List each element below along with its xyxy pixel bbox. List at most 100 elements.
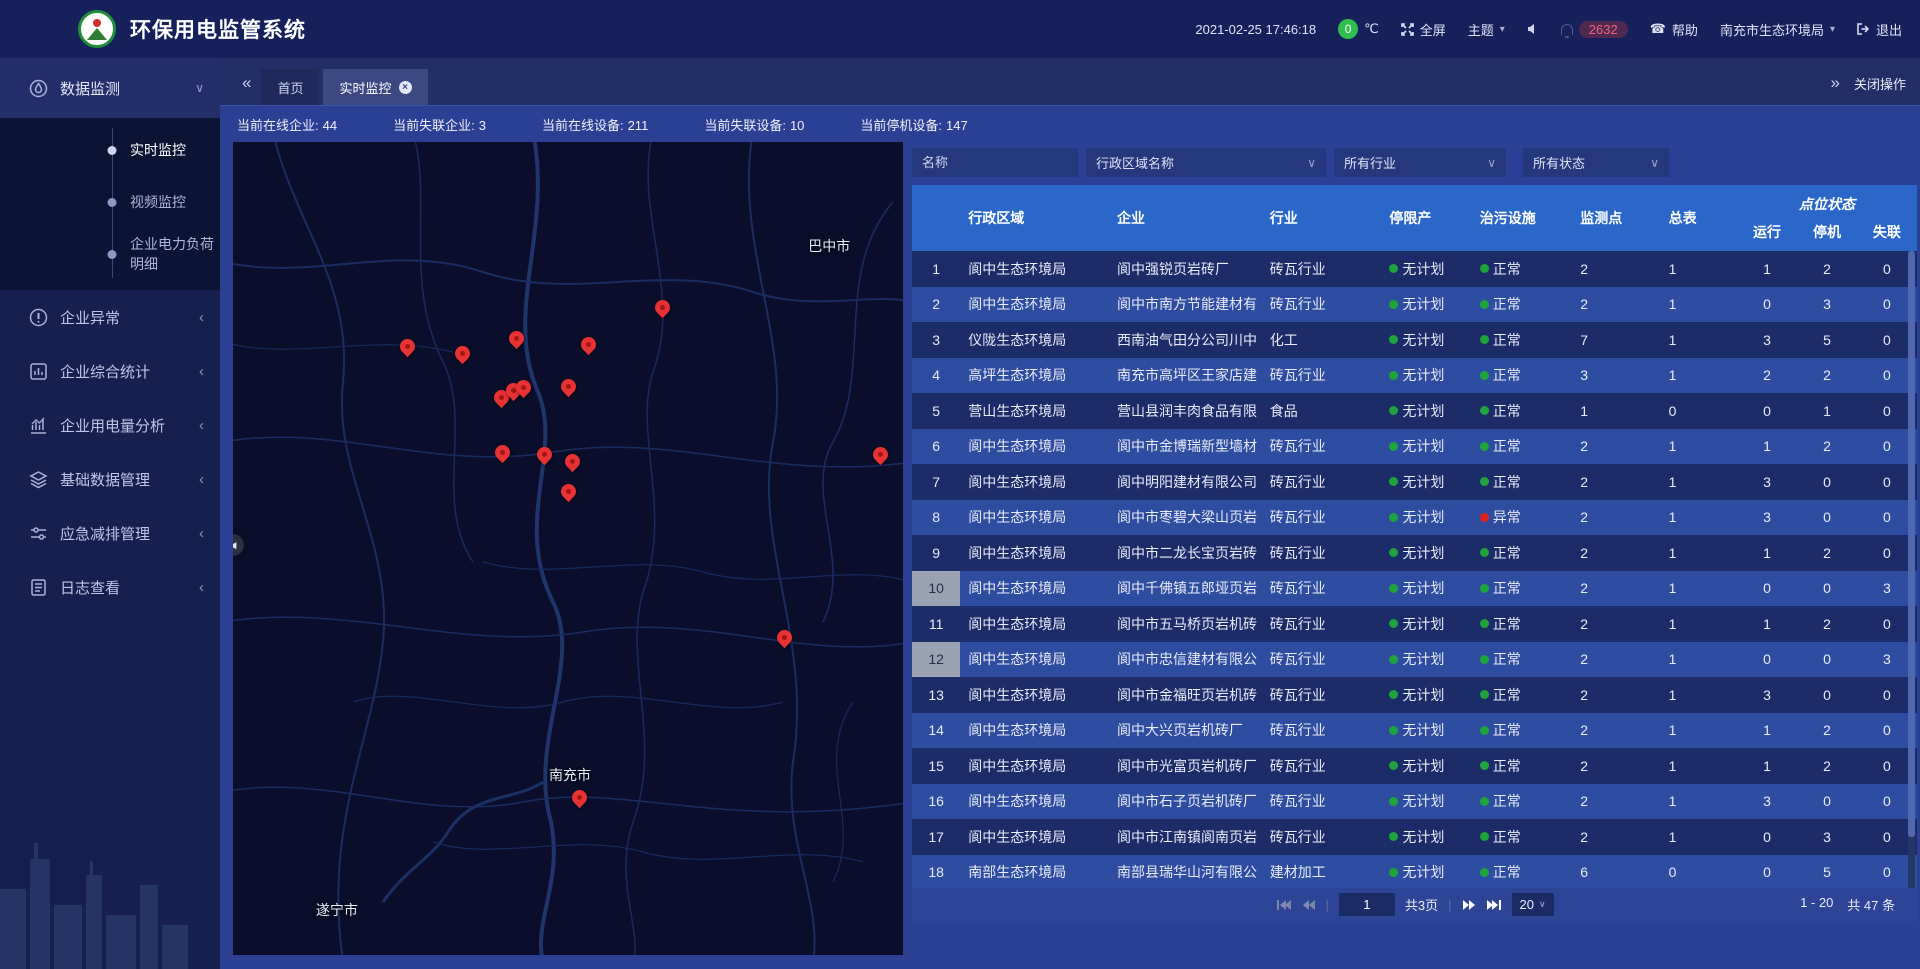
temperature-badge: 0 <box>1338 19 1358 39</box>
stat-item: 当前失联企业:3 <box>393 115 486 134</box>
cell-industry: 砖瓦行业 <box>1264 713 1386 749</box>
row-index: 8 <box>912 500 960 536</box>
chevron-down-icon: ∨ <box>1289 156 1316 170</box>
status-dot-green-icon <box>1389 371 1398 380</box>
filter-name-input[interactable] <box>912 148 1078 177</box>
tab-首页[interactable]: 首页 <box>261 69 319 105</box>
page-next-button[interactable] <box>1461 899 1475 911</box>
cell-stopped: 2 <box>1797 748 1857 784</box>
cell-running: 0 <box>1737 855 1797 889</box>
table-row[interactable]: 15阆中生态环境局阆中市光富页岩机砖厂砖瓦行业无计划正常21120 <box>912 748 1917 784</box>
tab-label: 首页 <box>277 78 303 97</box>
cell-company: 阆中市江南镇阆南页岩 <box>1105 819 1264 855</box>
table-row[interactable]: 7阆中生态环境局阆中明阳建材有限公司砖瓦行业无计划正常21300 <box>912 464 1917 500</box>
map[interactable]: 巴中市南充市遂宁市 ◀ <box>233 142 903 955</box>
cell-facility-status: 正常 <box>1476 287 1566 323</box>
filter-status-select[interactable]: 所有状态 ∨ <box>1523 148 1669 177</box>
sidebar-item-企业用电量分析[interactable]: 企业用电量分析‹ <box>0 398 220 452</box>
table-row[interactable]: 16阆中生态环境局阆中市石子页岩机砖厂砖瓦行业无计划正常21300 <box>912 784 1917 820</box>
page-first-button[interactable] <box>1275 899 1291 911</box>
row-index: 3 <box>912 322 960 358</box>
page-last-button[interactable] <box>1485 899 1501 911</box>
table-row[interactable]: 13阆中生态环境局阆中市金福旺页岩机砖砖瓦行业无计划正常21300 <box>912 677 1917 713</box>
sidebar-item-企业电力负荷明细[interactable]: 企业电力负荷明细 <box>0 228 220 280</box>
table-row[interactable]: 18南部生态环境局南部县瑞华山河有限公建材加工无计划正常60050 <box>912 855 1917 889</box>
scrollbar-thumb[interactable] <box>1908 251 1915 837</box>
table-row[interactable]: 2阆中生态环境局阆中市南方节能建材有砖瓦行业无计划正常21030 <box>912 287 1917 323</box>
map-city-label: 南充市 <box>549 765 591 785</box>
page-input[interactable] <box>1339 893 1395 916</box>
table-row[interactable]: 11阆中生态环境局阆中市五马桥页岩机砖砖瓦行业无计划正常21120 <box>912 606 1917 642</box>
cell-company: 阆中市金博瑞新型墙材 <box>1105 429 1264 465</box>
cell-running: 2 <box>1737 358 1797 394</box>
tab-scroll-right-icon[interactable]: » <box>1831 73 1840 93</box>
close-operations-button[interactable]: 关闭操作 <box>1854 74 1906 93</box>
sidebar-item-视频监控[interactable]: 视频监控 <box>0 176 220 228</box>
cell-running: 3 <box>1737 677 1797 713</box>
log-icon <box>28 577 48 597</box>
tab-scroll-left-icon[interactable]: « <box>242 73 251 93</box>
notification-area[interactable]: 2632 <box>1561 21 1628 38</box>
table-row[interactable]: 5营山生态环境局营山县润丰肉食品有限食品无计划正常10010 <box>912 393 1917 429</box>
fullscreen-button[interactable]: 全屏 <box>1401 20 1446 39</box>
cell-monitor-points: 2 <box>1566 642 1656 678</box>
table-row[interactable]: 3仪陇生态环境局西南油气田分公司川中化工无计划正常71350 <box>912 322 1917 358</box>
app-title: 环保用电监管系统 <box>130 14 306 44</box>
table-row[interactable]: 14阆中生态环境局阆中大兴页岩机砖厂砖瓦行业无计划正常21120 <box>912 713 1917 749</box>
cell-bureau: 阆中生态环境局 <box>960 429 1105 465</box>
stop-status-text: 无计划 <box>1402 330 1444 350</box>
user-menu[interactable]: 南充市生态环境局 ▾ <box>1720 20 1835 39</box>
table-row[interactable]: 10阆中生态环境局阆中千佛镇五郎垭页岩砖瓦行业无计划正常21003 <box>912 571 1917 607</box>
status-dot-green-icon <box>1389 335 1398 344</box>
cell-running: 1 <box>1737 535 1797 571</box>
facility-status-text: 正常 <box>1493 862 1521 882</box>
logout-button[interactable]: 退出 <box>1857 20 1902 39</box>
table-row[interactable]: 17阆中生态环境局阆中市江南镇阆南页岩砖瓦行业无计划正常21030 <box>912 819 1917 855</box>
row-index: 14 <box>912 713 960 749</box>
nav-section-0[interactable]: 数据监测∨ <box>0 58 220 118</box>
cell-stopped: 2 <box>1797 358 1857 394</box>
status-dot-green-icon <box>1480 371 1489 380</box>
column-header-行业: 行业 <box>1264 185 1386 251</box>
page-size-select[interactable]: 20 ∨ <box>1511 893 1553 916</box>
temperature-unit: ℃ <box>1364 21 1379 37</box>
page-prev-button[interactable] <box>1301 899 1315 911</box>
sidebar-item-实时监控[interactable]: 实时监控 <box>0 124 220 176</box>
cell-monitor-points: 2 <box>1566 606 1656 642</box>
cityscape-decoration <box>0 819 220 969</box>
cell-monitor-points: 2 <box>1566 571 1656 607</box>
table-row[interactable]: 1阆中生态环境局阆中强锐页岩砖厂砖瓦行业无计划正常21120 <box>912 251 1917 287</box>
sidebar-item-企业异常[interactable]: 企业异常‹ <box>0 290 220 344</box>
facility-status-text: 正常 <box>1493 294 1521 314</box>
chevron-left-icon: ‹ <box>199 471 204 488</box>
table-scrollbar[interactable] <box>1908 251 1915 888</box>
notification-count-badge[interactable]: 2632 <box>1579 21 1628 38</box>
table-row[interactable]: 12阆中生态环境局阆中市忠信建材有限公砖瓦行业无计划正常21003 <box>912 642 1917 678</box>
filter-region-select[interactable]: 行政区域名称 ∨ <box>1086 148 1326 177</box>
help-button[interactable]: ☎ 帮助 <box>1650 20 1698 39</box>
table-row[interactable]: 8阆中生态环境局阆中市枣碧大梁山页岩砖瓦行业无计划异常21300 <box>912 500 1917 536</box>
cell-facility-status: 正常 <box>1476 819 1566 855</box>
tab-close-icon[interactable]: × <box>399 81 412 94</box>
row-index: 4 <box>912 358 960 394</box>
table-row[interactable]: 4高坪生态环境局南充市高坪区王家店建砖瓦行业无计划正常31220 <box>912 358 1917 394</box>
filter-industry-select[interactable]: 所有行业 ∨ <box>1334 148 1506 177</box>
sidebar-item-企业综合统计[interactable]: 企业综合统计‹ <box>0 344 220 398</box>
table-row[interactable]: 9阆中生态环境局阆中市二龙长宝页岩砖砖瓦行业无计划正常21120 <box>912 535 1917 571</box>
sidebar-item-基础数据管理[interactable]: 基础数据管理‹ <box>0 452 220 506</box>
sidebar-item-应急减排管理[interactable]: 应急减排管理‹ <box>0 506 220 560</box>
theme-button[interactable]: 主题 ▾ <box>1468 20 1505 39</box>
table-row[interactable]: 6阆中生态环境局阆中市金博瑞新型墙材砖瓦行业无计划正常21120 <box>912 429 1917 465</box>
cell-stopped: 2 <box>1797 535 1857 571</box>
cell-industry: 食品 <box>1264 393 1386 429</box>
gauge-icon <box>28 78 48 98</box>
cell-total-meters: 1 <box>1657 322 1737 358</box>
cell-company: 阆中大兴页岩机砖厂 <box>1105 713 1264 749</box>
status-dot-green-icon <box>1389 655 1398 664</box>
tab-实时监控[interactable]: 实时监控× <box>323 69 427 105</box>
audio-button[interactable] <box>1527 23 1539 35</box>
cell-monitor-points: 6 <box>1566 855 1656 889</box>
sidebar-item-日志查看[interactable]: 日志查看‹ <box>0 560 220 614</box>
stop-status-text: 无计划 <box>1402 507 1444 527</box>
data-table: 1阆中生态环境局阆中强锐页岩砖厂砖瓦行业无计划正常211202阆中生态环境局阆中… <box>912 251 1917 888</box>
